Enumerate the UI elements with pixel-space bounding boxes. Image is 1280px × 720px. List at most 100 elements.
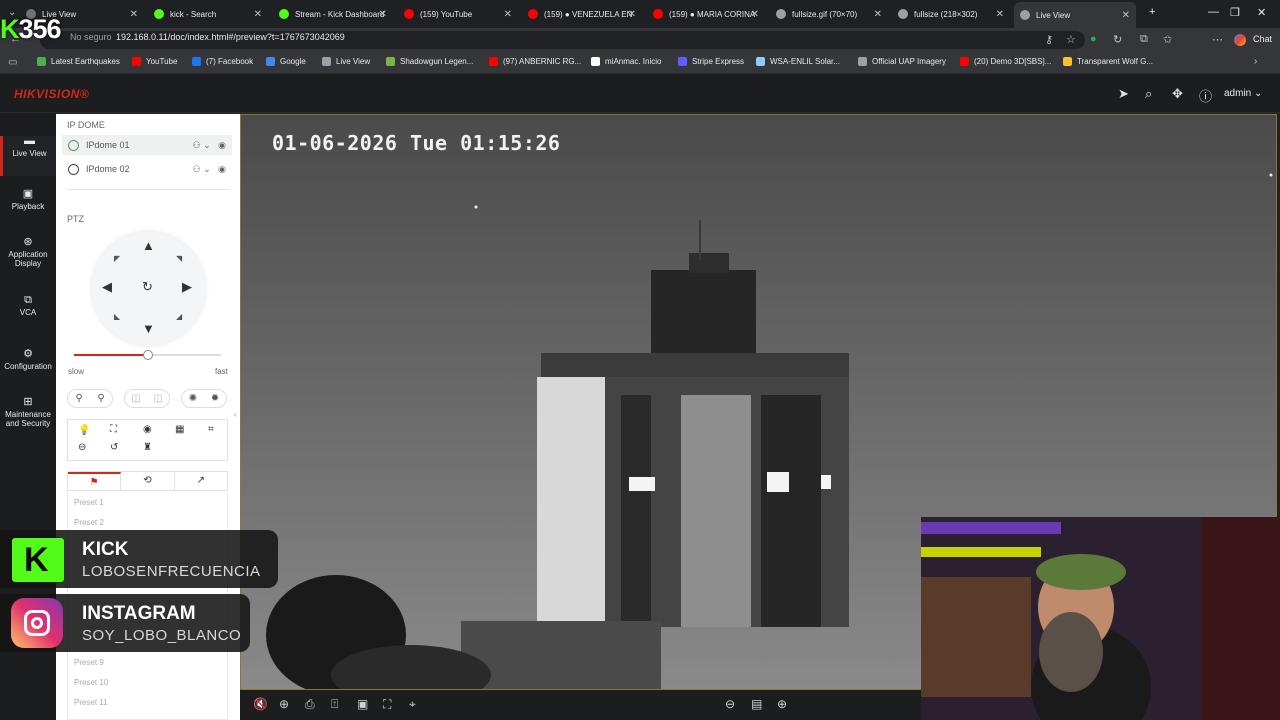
- nav-item-maintenance-and-security[interactable]: ⊞ Maintenance and Security: [0, 397, 56, 429]
- bookmark-item[interactable]: YouTube: [132, 57, 177, 66]
- search-icon[interactable]: ⌕: [1145, 86, 1152, 102]
- browser-tab[interactable]: Live View ✕: [1014, 2, 1136, 28]
- close-icon[interactable]: ✕: [996, 9, 1004, 20]
- ptz-speed-slider[interactable]: [74, 350, 221, 360]
- bookmark-star-icon[interactable]: ☆: [1066, 33, 1076, 46]
- nav-item-application-display[interactable]: ⊛ Application Display: [0, 237, 56, 269]
- nav-item-playback[interactable]: ▣ Playback: [0, 189, 56, 212]
- browser-tab[interactable]: (159) ● MARIA CORINA ✕: [647, 3, 765, 25]
- close-icon[interactable]: ✕: [874, 9, 882, 20]
- stream-controls[interactable]: ⚇ ⌄ ◉: [193, 140, 226, 151]
- focus-far-icon[interactable]: ◫: [153, 393, 162, 404]
- preset-item[interactable]: Preset 1: [74, 498, 104, 507]
- iris-open-icon[interactable]: ✹: [211, 393, 219, 404]
- sidebar-toggle-icon[interactable]: ▭: [8, 57, 17, 68]
- browser-tab[interactable]: fullsize (218×302) ✕: [892, 3, 1010, 25]
- nav-item-configuration[interactable]: ⚙ Configuration: [0, 349, 56, 372]
- tab-pattern[interactable]: ↗: [175, 472, 227, 490]
- bookmark-item[interactable]: Shadowgun Legen...: [386, 57, 473, 66]
- favorites-icon[interactable]: ✩: [1163, 33, 1172, 46]
- ptz-up-left-arrow[interactable]: ◤: [114, 254, 120, 263]
- auxiliary-focus-icon[interactable]: ◉: [143, 424, 152, 435]
- previous-window-icon[interactable]: ⊖: [725, 697, 735, 711]
- ptz-down-right-arrow[interactable]: ◢: [176, 312, 182, 321]
- close-icon[interactable]: ✕: [379, 9, 387, 20]
- tab-patrol[interactable]: ⟲: [121, 472, 175, 490]
- bookmarks-overflow-icon[interactable]: ›: [1254, 56, 1257, 67]
- speed-slider-handle[interactable]: [142, 350, 153, 360]
- 3d-zoom-icon[interactable]: ⊖: [78, 442, 86, 453]
- bookmark-item[interactable]: Google: [266, 57, 306, 66]
- bookmark-item[interactable]: Official UAP Imagery: [858, 57, 946, 66]
- extensions-icon[interactable]: ⧉: [1140, 33, 1148, 46]
- bookmark-item[interactable]: Transparent Wolf G...: [1063, 57, 1153, 66]
- ptz-direction-wheel[interactable]: ▲ ▼ ◀ ▶ ◤ ◥ ◣ ◢ ↻: [92, 232, 205, 345]
- close-icon[interactable]: ✕: [254, 9, 262, 20]
- ptz-right-arrow[interactable]: ▶: [182, 279, 192, 295]
- ptz-down-arrow[interactable]: ▼: [142, 321, 155, 336]
- digital-zoom-icon[interactable]: ⊕: [279, 697, 289, 711]
- bookmark-item[interactable]: Live View: [322, 57, 370, 66]
- fullscreen-region-icon[interactable]: ⛶: [383, 697, 391, 712]
- copilot-icon[interactable]: [1234, 34, 1246, 46]
- tab-presets[interactable]: ⚑: [68, 472, 122, 490]
- close-icon[interactable]: ✕: [130, 9, 138, 20]
- bookmark-item[interactable]: (7) Facebook: [192, 57, 253, 66]
- capture-icon[interactable]: ⎙: [305, 697, 315, 712]
- collapse-panel-icon[interactable]: ‹: [234, 410, 237, 419]
- ptz-up-right-arrow[interactable]: ◥: [176, 254, 182, 263]
- user-menu[interactable]: admin ⌄: [1224, 88, 1262, 99]
- light-icon[interactable]: 💡: [78, 425, 90, 436]
- bookmark-item[interactable]: (97) ANBERNIC RG...: [489, 57, 581, 66]
- browser-tab[interactable]: (159) ● VENEZUELA EN ✕: [522, 3, 642, 25]
- ptz-down-left-arrow[interactable]: ◣: [114, 312, 120, 321]
- zoom-out-icon[interactable]: ⚲: [75, 393, 82, 404]
- stream-controls[interactable]: ⚇ ⌄ ◉: [193, 164, 226, 175]
- window-layout-icon[interactable]: ▤: [751, 697, 762, 711]
- new-tab-icon[interactable]: +: [1149, 6, 1155, 18]
- preset-item[interactable]: Preset 9: [74, 658, 104, 667]
- ptz-up-arrow[interactable]: ▲: [142, 238, 155, 253]
- browser-tab[interactable]: kick - Search ✕: [148, 3, 268, 25]
- menu-dots-icon[interactable]: ⋯: [1212, 33, 1223, 46]
- chat-button[interactable]: Chat: [1253, 34, 1272, 44]
- preset-item[interactable]: Preset 10: [74, 678, 108, 687]
- camera-row-1[interactable]: IPdome 01 ⚇ ⌄ ◉: [62, 135, 232, 155]
- close-icon[interactable]: ✕: [628, 9, 636, 20]
- wiper-icon[interactable]: ⛶: [110, 424, 117, 435]
- security-label[interactable]: No seguro: [70, 32, 112, 42]
- audio-mute-icon[interactable]: 🔇: [253, 697, 268, 711]
- browser-tab[interactable]: fullsize.gif (70×70) ✕: [770, 3, 888, 25]
- close-icon[interactable]: ✕: [1122, 10, 1130, 21]
- iris-close-icon[interactable]: ✺: [189, 393, 197, 404]
- minimize-icon[interactable]: —: [1208, 6, 1219, 18]
- bookmark-item[interactable]: (20) Demo 3D[SBS]...: [960, 57, 1051, 66]
- preset-item[interactable]: Preset 11: [74, 698, 108, 707]
- wizard-icon[interactable]: ✥: [1172, 86, 1183, 102]
- bookmark-item[interactable]: Stripe Express: [678, 57, 744, 66]
- close-icon[interactable]: ✕: [504, 9, 512, 20]
- record-clip-icon[interactable]: ▣: [357, 697, 368, 711]
- nav-item-vca[interactable]: ⧉ VCA: [0, 295, 56, 318]
- send-icon[interactable]: ➤: [1118, 86, 1129, 102]
- lens-init-icon[interactable]: ▦: [175, 424, 184, 435]
- focus-near-icon[interactable]: ◫: [131, 393, 140, 404]
- 3d-position-icon[interactable]: ⌖: [409, 697, 416, 712]
- url-text[interactable]: 192.168.0.11/doc/index.html#/preview?t=1…: [116, 32, 345, 42]
- one-touch-icon[interactable]: ♜: [143, 442, 152, 453]
- ptz-left-arrow[interactable]: ◀: [102, 279, 112, 295]
- nav-item-live-view[interactable]: ▬ Live View: [0, 136, 56, 176]
- restore-icon[interactable]: ❐: [1230, 6, 1240, 19]
- refresh-ext-icon[interactable]: ↻: [1113, 33, 1122, 46]
- extension-green-icon[interactable]: ●: [1090, 33, 1097, 45]
- info-icon[interactable]: ⓘ: [1199, 86, 1212, 105]
- microphone-icon[interactable]: ⍐: [331, 697, 338, 712]
- park-icon[interactable]: ↺: [110, 442, 118, 453]
- manual-track-icon[interactable]: ⌗: [208, 424, 214, 435]
- close-icon[interactable]: ✕: [751, 9, 759, 20]
- bookmark-item[interactable]: WSA-ENLIL Solar...: [756, 57, 840, 66]
- bookmark-item[interactable]: miAnmac. Inicio: [591, 57, 661, 66]
- preset-item[interactable]: Preset 2: [74, 518, 104, 527]
- camera-row-2[interactable]: IPdome 02 ⚇ ⌄ ◉: [62, 159, 232, 179]
- browser-tab[interactable]: Stream - Kick Dashboard ✕: [273, 3, 393, 25]
